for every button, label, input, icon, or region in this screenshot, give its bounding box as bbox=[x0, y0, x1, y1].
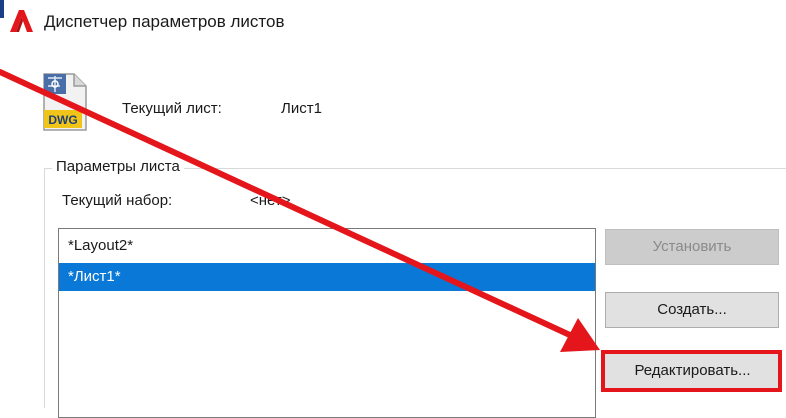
modify-button[interactable]: Редактировать... bbox=[601, 350, 782, 392]
list-item-layout2[interactable]: *Layout2* bbox=[59, 232, 595, 260]
set-current-button[interactable]: Установить bbox=[605, 229, 779, 265]
title-bar: Диспетчер параметров листов bbox=[0, 0, 786, 46]
page-setups-group-title: Параметры листа bbox=[52, 158, 184, 175]
window-title: Диспетчер параметров листов bbox=[44, 12, 285, 31]
list-item-sheet1-selected[interactable]: *Лист1* bbox=[59, 263, 595, 291]
current-sheet-value: Лист1 bbox=[281, 100, 322, 117]
current-set-label: Текущий набор: bbox=[62, 192, 173, 209]
current-sheet-label: Текущий лист: bbox=[122, 100, 222, 117]
page-setup-list[interactable]: *Layout2* *Лист1* bbox=[58, 228, 596, 418]
window-corner bbox=[0, 0, 4, 18]
current-set-value: <нет> bbox=[250, 192, 291, 209]
new-button[interactable]: Создать... bbox=[605, 292, 779, 328]
autocad-logo-icon bbox=[10, 10, 33, 32]
dwg-icon-text: DWG bbox=[48, 113, 77, 127]
dwg-file-icon: DWG bbox=[43, 73, 87, 131]
